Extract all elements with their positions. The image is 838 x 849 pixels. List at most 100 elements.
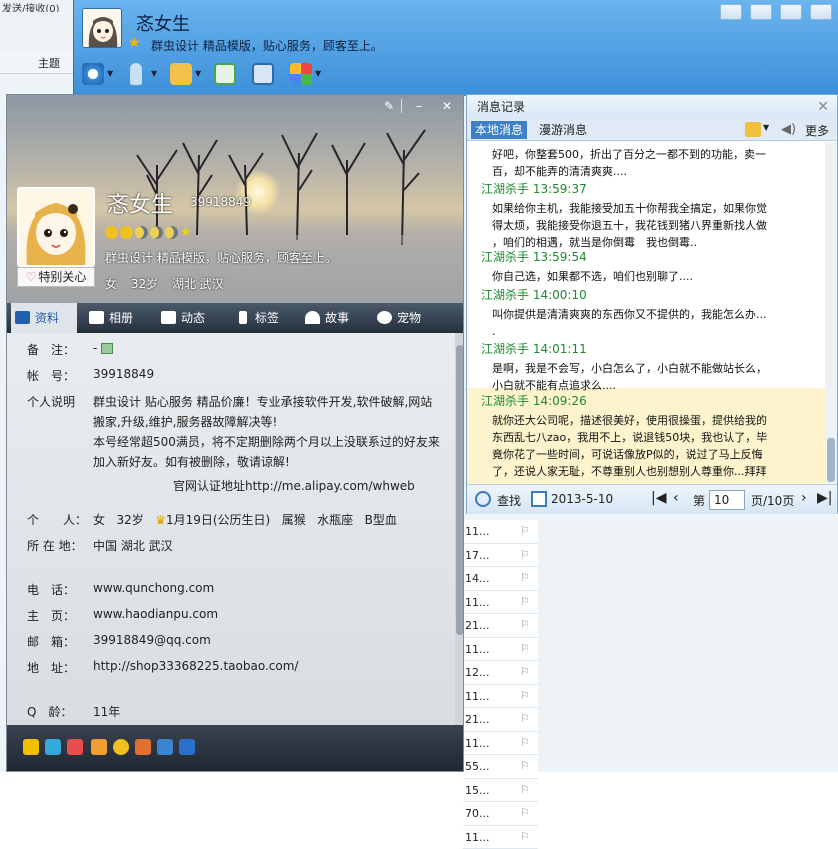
flag-icon[interactable]: ⚐	[520, 549, 532, 561]
page-prefix: 第	[693, 492, 705, 509]
first-page-icon[interactable]: |◀	[651, 490, 666, 506]
list-item[interactable]: 55...⚐	[463, 755, 538, 779]
flag-icon[interactable]: ⚐	[520, 666, 532, 678]
tab-pet[interactable]: 宠物	[373, 303, 439, 333]
list-item[interactable]: 11...⚐	[463, 826, 538, 849]
chat-signature: 群虫设计 精品模版，贴心服务，顾客至上。	[151, 37, 383, 54]
speaker-icon[interactable]: ◀)	[781, 122, 796, 137]
email-value[interactable]: 39918849@qq.com	[93, 633, 211, 647]
chat-avatar[interactable]	[82, 8, 122, 48]
skin-brush-button[interactable]: ✎	[377, 97, 401, 115]
profile-close-button[interactable]: ✕	[435, 97, 459, 115]
sms-button[interactable]	[212, 60, 250, 88]
star-app-icon[interactable]	[23, 739, 39, 755]
tab-story[interactable]: 故事	[301, 303, 367, 333]
list-item[interactable]: 21... ⚐	[463, 614, 538, 638]
flag-icon[interactable]: ⚐	[520, 807, 532, 819]
page-number-input[interactable]: 10	[709, 490, 745, 510]
next-page-icon[interactable]: ›	[801, 490, 807, 506]
chat-restore-button[interactable]	[750, 4, 772, 20]
list-item-label: 11...	[465, 643, 490, 656]
export-icon[interactable]	[745, 122, 761, 137]
list-item[interactable]: 12...⚐	[463, 661, 538, 685]
flag-icon[interactable]: ⚐	[520, 572, 532, 584]
personal-blood-type: B型血	[365, 513, 397, 527]
close-icon[interactable]: ✕	[817, 99, 829, 115]
remark-value[interactable]: -	[93, 341, 113, 355]
flag-icon[interactable]: ⚐	[520, 690, 532, 702]
column-subject: 主题	[38, 55, 60, 71]
tab-album[interactable]: 相册	[85, 303, 151, 333]
more-button[interactable]: 更多	[805, 122, 829, 139]
flag-icon[interactable]: ⚐	[520, 525, 532, 537]
game-icon[interactable]	[135, 739, 151, 755]
calendar-icon[interactable]	[531, 491, 547, 507]
edit-remark-icon[interactable]	[101, 343, 113, 354]
homepage-value[interactable]: www.haodianpu.com	[93, 607, 218, 621]
chat-minimize-button[interactable]	[780, 4, 802, 20]
list-item-label: 21...	[465, 619, 490, 632]
tab-info[interactable]: 资料	[11, 303, 77, 333]
flag-icon[interactable]: ⚐	[520, 760, 532, 772]
prev-page-icon[interactable]: ‹	[673, 490, 679, 506]
list-item[interactable]: 11...⚐	[463, 591, 538, 615]
voice-call-button[interactable]: ▼	[124, 60, 162, 88]
phone-value: www.qunchong.com	[93, 581, 214, 595]
photo-icon[interactable]	[157, 739, 173, 755]
profile-avatar[interactable]	[17, 187, 95, 267]
qzone-icon[interactable]	[45, 739, 61, 755]
profile-location: 湖北 武汉	[172, 277, 224, 291]
flag-icon[interactable]: ⚐	[520, 737, 532, 749]
profile-scroll-thumb[interactable]	[456, 345, 464, 635]
apps-button[interactable]: ▼	[288, 60, 326, 88]
chat-mode-button[interactable]	[720, 4, 742, 20]
personal-zodiac: 属猴	[282, 513, 306, 527]
special-care-button[interactable]: ♡特别关心	[17, 267, 95, 287]
send-file-button[interactable]: ▼	[168, 60, 206, 88]
background-column-header[interactable]: 主题	[0, 52, 80, 74]
chat-close-button[interactable]	[810, 4, 832, 20]
page-suffix: 页/10页	[751, 492, 794, 509]
flag-icon[interactable]: ⚐	[520, 619, 532, 631]
flag-icon[interactable]: ⚐	[520, 831, 532, 843]
message-scrollbar[interactable]	[825, 142, 837, 484]
list-item[interactable]: 70...⚐	[463, 802, 538, 826]
level-icons[interactable]: ★	[105, 225, 192, 241]
flag-icon[interactable]: ⚐	[520, 643, 532, 655]
message-scroll-thumb[interactable]	[827, 438, 835, 482]
background-mail-list: 11...⚐17...⚐14...⚐11...⚐21...⚐11...⚐12..…	[462, 520, 538, 772]
list-item[interactable]: 11...⚐	[463, 520, 538, 544]
profile-minimize-button[interactable]: –	[407, 97, 431, 115]
list-item[interactable]: 15...⚐	[463, 779, 538, 803]
find-button[interactable]: 查找	[497, 492, 521, 509]
pet-icon[interactable]	[113, 739, 129, 755]
remote-desktop-button[interactable]	[250, 60, 288, 88]
list-item[interactable]: 21...⚐	[463, 708, 538, 732]
desc-line-5: 官网认证地址http://me.alipay.com/whweb	[173, 477, 415, 494]
wallet-icon[interactable]	[91, 739, 107, 755]
profile-details: 备 注： - 帐 号： 39918849 个人说明 群虫设计 贴心服务 精品价廉…	[7, 333, 455, 725]
profile-scrollbar[interactable]	[455, 333, 464, 725]
app-center-icon[interactable]	[67, 739, 83, 755]
flag-icon[interactable]: ⚐	[520, 784, 532, 796]
chat-window-header: 忞女生 ★ 群虫设计 精品模版，贴心服务，顾客至上。 ▼ ▼ ▼ ▼	[73, 0, 838, 96]
video-call-button[interactable]: ▼	[80, 60, 118, 88]
shield-icon[interactable]	[179, 739, 195, 755]
tab-roaming-messages[interactable]: 漫游消息	[535, 121, 591, 139]
last-page-icon[interactable]: ▶|	[817, 490, 832, 506]
flag-icon[interactable]: ⚐	[520, 596, 532, 608]
tab-local-messages[interactable]: 本地消息	[471, 121, 527, 139]
tab-tags[interactable]: 标签	[231, 303, 297, 333]
search-icon[interactable]	[475, 491, 491, 507]
list-item[interactable]: 14...⚐	[463, 567, 538, 591]
list-item[interactable]: 17...⚐	[463, 544, 538, 568]
date-value[interactable]: 2013-5-10	[551, 492, 613, 506]
tab-feed[interactable]: 动态	[157, 303, 223, 333]
list-item[interactable]: 11...⚐	[463, 732, 538, 756]
message-text: 是啊，我是不会写，小白怎么了，小白就不能做站长么， 小白就不能有点追求么....	[492, 360, 822, 394]
chevron-down-icon[interactable]: ▼	[763, 123, 769, 132]
flag-icon[interactable]: ⚐	[520, 713, 532, 725]
account-label: 帐 号：	[27, 367, 75, 384]
list-item[interactable]: 11... ⚐	[463, 638, 538, 662]
list-item[interactable]: 11...⚐	[463, 685, 538, 709]
